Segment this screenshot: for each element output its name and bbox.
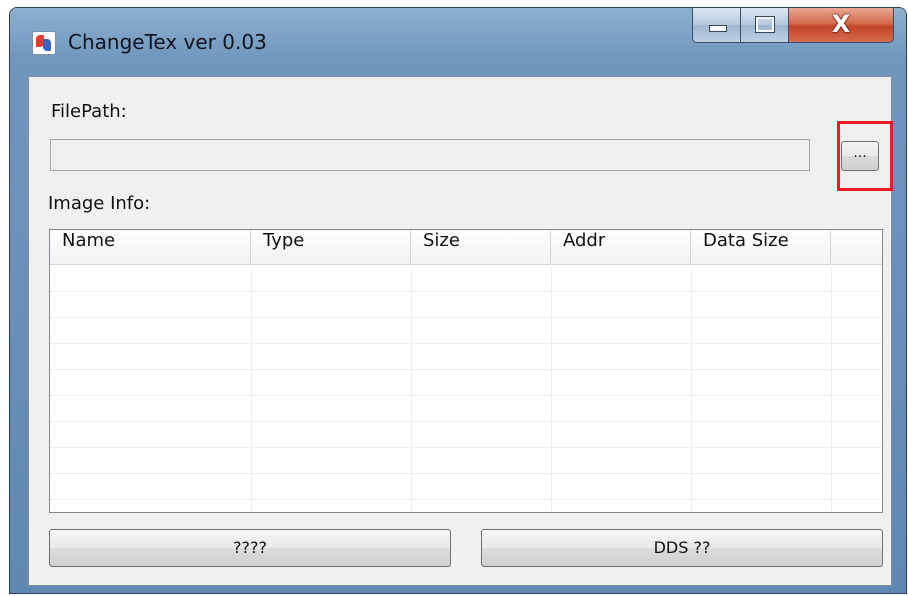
image-info-label: Image Info: <box>48 193 151 214</box>
close-icon: X <box>831 10 851 38</box>
maximize-icon <box>756 17 774 32</box>
browse-button[interactable]: ... <box>841 141 879 171</box>
extract-button[interactable]: ???? <box>49 529 451 567</box>
table-row[interactable] <box>50 447 882 474</box>
window-title: ChangeTex ver 0.03 <box>68 30 267 54</box>
image-info-table[interactable]: Name Type Size Addr Data Size <box>49 229 883 513</box>
column-header-filler <box>831 230 882 264</box>
table-row[interactable] <box>50 317 882 344</box>
minimize-button[interactable] <box>692 8 742 43</box>
column-header-data-size[interactable]: Data Size <box>691 230 831 264</box>
dds-button[interactable]: DDS ?? <box>481 529 883 567</box>
table-row[interactable] <box>50 421 882 448</box>
table-row[interactable] <box>50 291 882 318</box>
table-row[interactable] <box>50 369 882 396</box>
table-row[interactable] <box>50 265 882 292</box>
app-window: ChangeTex ver 0.03 X FilePath: ... Image… <box>10 8 906 593</box>
filepath-input[interactable] <box>50 139 810 171</box>
column-header-type[interactable]: Type <box>251 230 411 264</box>
maximize-button[interactable] <box>740 8 790 43</box>
table-row[interactable] <box>50 343 882 370</box>
filepath-label: FilePath: <box>51 101 127 122</box>
column-header-size[interactable]: Size <box>411 230 551 264</box>
table-row[interactable] <box>50 395 882 422</box>
client-area: FilePath: ... Image Info: Name Type Size… <box>28 76 893 586</box>
close-button[interactable]: X <box>788 8 894 43</box>
minimize-icon <box>709 25 727 32</box>
table-header: Name Type Size Addr Data Size <box>50 230 882 265</box>
changetex-app-icon[interactable] <box>32 31 56 55</box>
title-bar[interactable]: ChangeTex ver 0.03 X <box>10 8 906 73</box>
table-row[interactable] <box>50 473 882 500</box>
column-header-name[interactable]: Name <box>50 230 251 264</box>
column-header-addr[interactable]: Addr <box>551 230 691 264</box>
